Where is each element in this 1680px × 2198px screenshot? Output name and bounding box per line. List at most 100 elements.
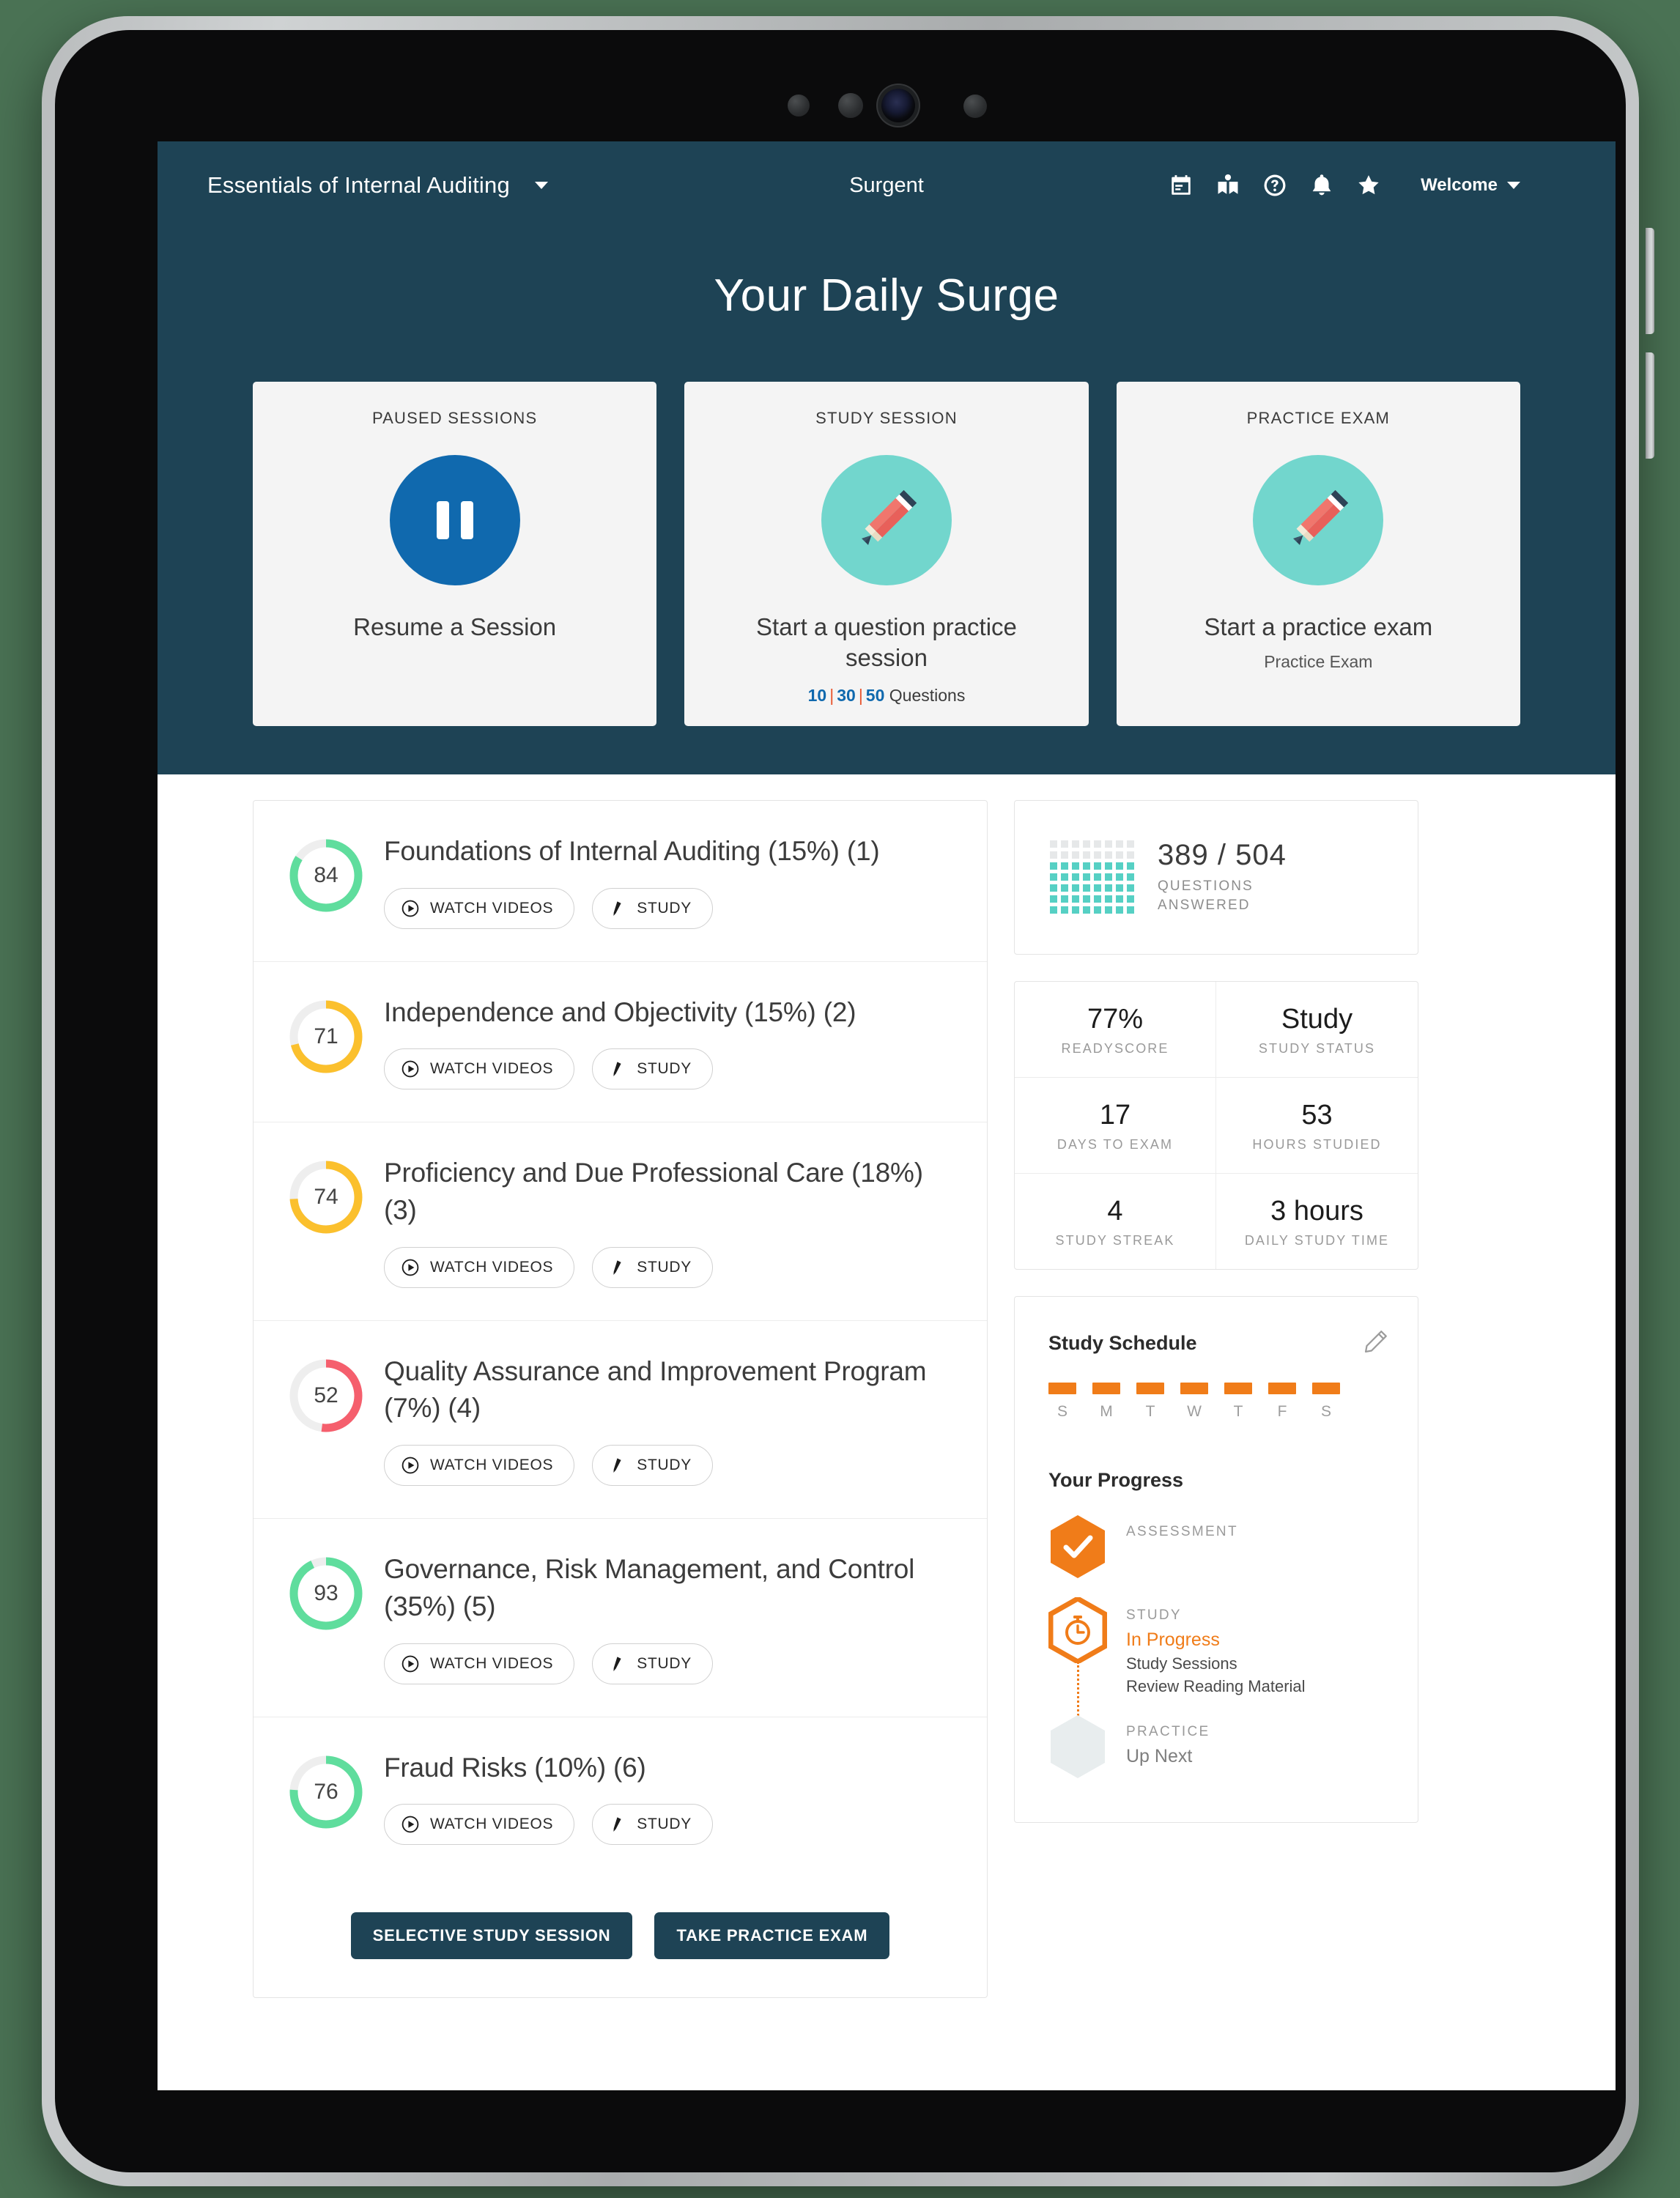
star-icon[interactable] [1356, 173, 1381, 198]
study-label: STUDY [637, 1816, 692, 1833]
watch-videos-button[interactable]: WATCH VIDEOS [384, 887, 575, 929]
topic-row[interactable]: 76 Fraud Risks (10%) (6) WATCH VIDEOS STUDY [254, 1717, 987, 1878]
stat-value: 77% [1087, 1004, 1144, 1035]
stat-cell: 17 DAYS TO EXAM [1015, 1077, 1216, 1174]
watch-videos-button[interactable]: WATCH VIDEOS [384, 1445, 575, 1487]
watch-videos-label: WATCH VIDEOS [430, 1258, 554, 1276]
header-actions: Welcome [1169, 173, 1520, 198]
schedule-day-letter: T [1233, 1403, 1243, 1421]
play-circle-icon [401, 899, 420, 918]
study-schedule-card: Study Schedule S M T W T F S Your Progress ASS… [1014, 1296, 1418, 1824]
progress-step-item: Study Sessions [1126, 1654, 1237, 1673]
topic-row[interactable]: 71 Independence and Objectivity (15%) (2)… [254, 962, 987, 1123]
progress-step-item: Review Reading Material [1126, 1677, 1306, 1696]
tablet-screen: Essentials of Internal Auditing Surgent [158, 141, 1616, 2090]
topic-score-value: 84 [314, 863, 338, 887]
topic-row[interactable]: 52 Quality Assurance and Improvement Prog… [254, 1321, 987, 1520]
grid-cell [1116, 840, 1123, 848]
progress-step[interactable]: STUDY In Progress Study Sessions Review Rea… [1048, 1597, 1390, 1725]
topic-title: Governance, Risk Management, and Control… [384, 1554, 915, 1621]
study-button[interactable]: STUDY [592, 1445, 713, 1487]
pencil-icon [609, 1259, 626, 1276]
schedule-day[interactable]: W [1180, 1383, 1208, 1421]
schedule-day-letter: F [1277, 1403, 1287, 1421]
study-button[interactable]: STUDY [592, 1048, 713, 1090]
grid-cell [1050, 884, 1057, 892]
welcome-menu[interactable]: Welcome [1421, 175, 1520, 196]
study-label: STUDY [637, 1258, 692, 1276]
grid-cell [1094, 895, 1101, 903]
study-label: STUDY [637, 1654, 692, 1672]
progress-step-kicker: STUDY [1126, 1607, 1182, 1624]
topic-row[interactable]: 93 Governance, Risk Management, and Contr… [254, 1519, 987, 1717]
stat-cell: 77% READYSCORE [1015, 982, 1216, 1078]
schedule-day-bar [1092, 1383, 1120, 1395]
selective-study-session-button[interactable]: SELECTIVE STUDY SESSION [350, 1912, 633, 1960]
grid-cell [1083, 840, 1090, 848]
topic-row[interactable]: 74 Proficiency and Due Professional Care … [254, 1122, 987, 1321]
calendar-icon[interactable] [1169, 173, 1194, 198]
schedule-day[interactable]: S [1312, 1383, 1340, 1421]
take-practice-exam-button[interactable]: TAKE PRACTICE EXAM [654, 1912, 890, 1960]
grid-cell [1072, 873, 1079, 881]
pencil-edit-icon[interactable] [1362, 1328, 1390, 1359]
stat-value: Study [1281, 1004, 1353, 1035]
progress-step[interactable]: PRACTICE Up Next [1048, 1714, 1390, 1780]
action-card-label: Start a question practice session [756, 613, 1017, 672]
watch-videos-button[interactable]: WATCH VIDEOS [384, 1643, 575, 1684]
option-30[interactable]: 30 [837, 686, 856, 705]
schedule-day[interactable]: S [1048, 1383, 1076, 1421]
action-card[interactable]: PRACTICE EXAM Start a practice exam Pract… [1116, 382, 1520, 726]
watch-videos-button[interactable]: WATCH VIDEOS [384, 1246, 575, 1288]
action-card-kicker: STUDY SESSION [815, 409, 958, 427]
study-button[interactable]: STUDY [592, 887, 713, 929]
progress-step[interactable]: ASSESSMENT [1048, 1514, 1390, 1580]
book-icon[interactable] [1215, 173, 1240, 198]
grid-cell [1105, 840, 1112, 848]
volume-down-button[interactable] [1646, 352, 1654, 459]
study-button[interactable]: STUDY [592, 1246, 713, 1288]
watch-videos-button[interactable]: WATCH VIDEOS [384, 1048, 575, 1090]
option-50[interactable]: 50 [866, 686, 885, 705]
your-progress-title: Your Progress [1048, 1469, 1184, 1492]
study-button[interactable]: STUDY [592, 1804, 713, 1846]
topic-score-donut: 74 [274, 1155, 378, 1235]
schedule-day-letter: W [1187, 1403, 1202, 1421]
topic-score-donut: 93 [274, 1551, 378, 1632]
schedule-day[interactable]: F [1268, 1383, 1296, 1421]
option-10[interactable]: 10 [808, 686, 827, 705]
chevron-down-icon [534, 182, 548, 189]
schedule-header: Study Schedule [1048, 1328, 1390, 1359]
schedule-day[interactable]: T [1136, 1383, 1164, 1421]
schedule-day[interactable]: T [1224, 1383, 1252, 1421]
grid-cell [1072, 895, 1079, 903]
pencil-icon [609, 1655, 626, 1673]
watch-videos-label: WATCH VIDEOS [430, 1816, 554, 1833]
bell-icon[interactable] [1309, 173, 1334, 198]
stat-label: READYSCORE [1061, 1041, 1169, 1057]
action-card[interactable]: STUDY SESSION Start a question practice … [684, 382, 1089, 726]
grid-cell [1094, 851, 1101, 859]
topic-row[interactable]: 84 Foundations of Internal Auditing (15%)… [254, 801, 987, 962]
play-circle-icon [401, 1815, 420, 1834]
schedule-day-letter: S [1057, 1403, 1067, 1421]
schedule-day[interactable]: M [1092, 1383, 1120, 1421]
pencil-icon [821, 455, 952, 585]
question-count-options[interactable]: 10 | 30 | 50 Questions [684, 686, 1088, 706]
watch-videos-button[interactable]: WATCH VIDEOS [384, 1804, 575, 1846]
watch-videos-label: WATCH VIDEOS [430, 1654, 554, 1672]
action-card[interactable]: PAUSED SESSIONS Resume a Session [253, 382, 657, 726]
grid-cell [1127, 840, 1134, 848]
grid-cell [1050, 906, 1057, 914]
grid-cell [1083, 895, 1090, 903]
grid-cell [1083, 873, 1090, 881]
volume-up-button[interactable] [1646, 228, 1654, 334]
grid-cell [1116, 862, 1123, 870]
help-circle-icon[interactable] [1262, 173, 1287, 198]
questions-answered-label: QUESTIONS ANSWERED [1158, 878, 1254, 913]
study-button[interactable]: STUDY [592, 1643, 713, 1684]
grid-cell [1061, 906, 1068, 914]
course-selector[interactable]: Essentials of Internal Auditing [207, 172, 548, 199]
schedule-day-letter: S [1320, 1403, 1331, 1421]
study-label: STUDY [637, 899, 692, 917]
